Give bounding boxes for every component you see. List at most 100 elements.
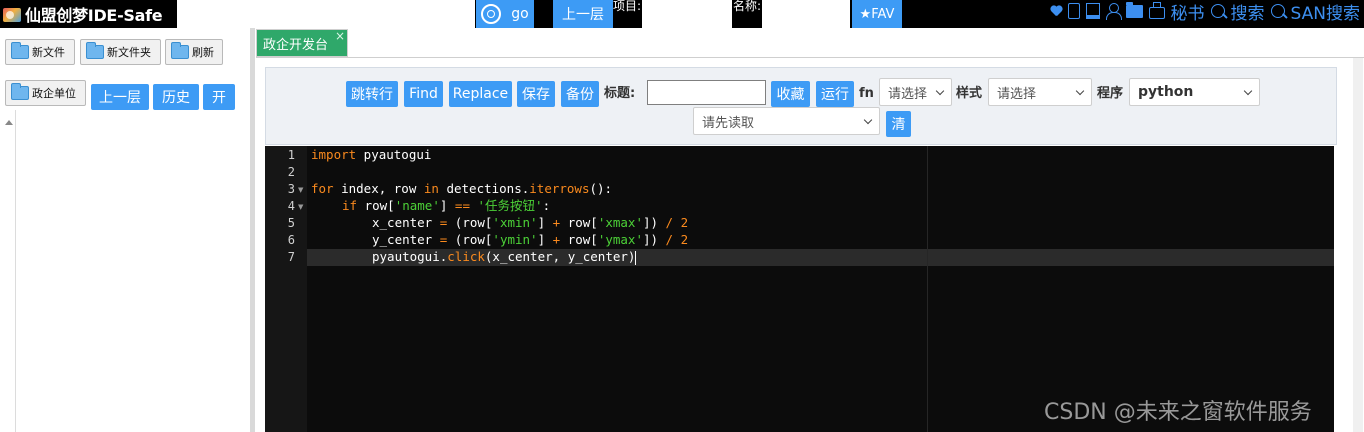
close-icon[interactable]: ×	[335, 30, 345, 42]
code-token: row[	[357, 198, 395, 213]
code-line-6[interactable]: y_center = (row['ymin'] + row['ymax']) /…	[372, 231, 688, 248]
fn-label: fn	[859, 86, 874, 101]
replace-button[interactable]: Replace	[449, 81, 512, 107]
fn-select[interactable]: 请选择	[879, 78, 952, 106]
fav-button[interactable]: ★FAV	[852, 0, 902, 28]
line-number: 4	[287, 199, 295, 213]
san-search-link[interactable]: SAN搜索	[1291, 0, 1360, 24]
user-icon[interactable]	[1105, 3, 1122, 20]
code-token: :	[542, 198, 551, 213]
app-logo[interactable]: 仙盟创梦IDE-Safe	[0, 0, 163, 28]
code-token: 'xmax'	[597, 215, 643, 230]
tab-dev-console[interactable]: 政企开发台 ×	[256, 29, 348, 57]
code-line-4[interactable]: if row['name'] == '任务按钮':	[342, 197, 550, 214]
sidebar-up-button[interactable]: 上一层	[91, 84, 149, 110]
unit-button[interactable]: 政企单位	[5, 80, 86, 106]
code-editor[interactable]: 1 2 3 ▼ 4 ▼ 5 6 7 import pyautogui for i…	[265, 146, 1334, 432]
code-line-7[interactable]: pyautogui.click(x_center, y_center)	[372, 248, 637, 265]
style-select[interactable]: 请选择	[988, 78, 1092, 106]
history-button[interactable]: 历史	[153, 84, 199, 110]
code-token: pyautogui	[356, 147, 432, 162]
line-number: 2	[287, 165, 295, 179]
code-line-3[interactable]: for index, row in detections.iterrows():	[311, 180, 612, 197]
sidebar-splitter[interactable]	[250, 28, 255, 432]
program-select[interactable]: python	[1129, 78, 1260, 106]
page-scrollbar[interactable]	[1353, 58, 1363, 432]
save-button[interactable]: 保存	[517, 81, 555, 107]
caret-up-icon[interactable]	[5, 120, 13, 125]
sidebar: 新文件 新文件夹 刷新 政企单位 上一层 历史 开	[0, 28, 250, 432]
top-bar: 仙盟创梦IDE-Safe go 上一层 项目: 名称: ★FAV 秘书 搜索 S…	[0, 0, 1364, 28]
heart-icon[interactable]	[1050, 6, 1062, 17]
open-button[interactable]: 开	[203, 84, 235, 110]
code-token: (row[	[447, 232, 493, 247]
book-icon[interactable]	[1085, 3, 1100, 19]
line-number: 7	[287, 250, 295, 264]
code-token: row[	[560, 215, 598, 230]
fold-toggle-icon[interactable]: ▼	[298, 203, 303, 211]
code-token: ]	[537, 215, 553, 230]
code-token: ():	[589, 181, 613, 196]
name-input[interactable]	[762, 0, 850, 28]
code-token: detections.	[438, 181, 530, 196]
editor-toolbar: 跳转行 Find Replace 保存 备份 标题: 收藏 运行 fn 请选择 …	[265, 67, 1337, 145]
program-label: 程序	[1097, 86, 1124, 101]
collect-button[interactable]: 收藏	[771, 81, 810, 107]
code-token: 2	[680, 215, 689, 230]
folder-icon[interactable]	[1125, 1, 1143, 18]
run-button[interactable]: 运行	[816, 81, 854, 107]
project-input[interactable]	[642, 0, 732, 28]
read-select[interactable]: 请先读取	[693, 107, 880, 135]
code-token: ]	[439, 198, 455, 213]
folder-icon	[11, 42, 29, 59]
chevron-down-icon	[1243, 86, 1253, 96]
code-token: x_center	[372, 215, 440, 230]
secretary-link[interactable]: 秘书	[1171, 0, 1205, 24]
search-icon	[1270, 4, 1285, 18]
watermark: CSDN @未来之窗软件服务	[1044, 400, 1312, 425]
global-search-input[interactable]	[177, 0, 475, 28]
style-select-value: 请选择	[997, 86, 1037, 102]
go-button[interactable]: go	[476, 0, 534, 28]
briefcase-icon[interactable]	[1148, 2, 1165, 19]
code-token: '任务按钮'	[477, 198, 543, 213]
line-gutter: 1 2 3 ▼ 4 ▼ 5 6 7	[265, 146, 307, 432]
code-token: ]	[537, 232, 553, 247]
unit-label: 政企单位	[32, 87, 76, 100]
search-link[interactable]: 搜索	[1231, 0, 1265, 24]
code-token: row[	[560, 232, 598, 247]
chevron-down-icon	[863, 115, 873, 125]
refresh-label: 刷新	[192, 46, 214, 59]
line-number: 1	[287, 148, 295, 162]
fold-toggle-icon[interactable]: ▼	[298, 186, 303, 194]
line-number: 3	[287, 182, 295, 196]
up-level-button[interactable]: 上一层	[553, 0, 613, 28]
tablet-icon[interactable]	[1067, 3, 1080, 19]
project-label: 项目:	[613, 0, 642, 13]
code-token: 'xmin'	[492, 215, 538, 230]
new-file-button[interactable]: 新文件	[5, 39, 75, 65]
line-number: 5	[287, 216, 295, 230]
print-margin	[927, 146, 928, 432]
style-label: 样式	[956, 86, 983, 101]
find-button[interactable]: Find	[404, 81, 443, 107]
backup-button[interactable]: 备份	[561, 81, 599, 107]
code-token: in	[423, 181, 439, 196]
app-logo-icon	[1, 4, 23, 24]
title-input[interactable]	[647, 80, 766, 105]
goto-line-button[interactable]: 跳转行	[346, 81, 398, 107]
code-line-1[interactable]: import pyautogui	[311, 146, 431, 163]
file-tree[interactable]	[0, 110, 16, 432]
code-token: (row[	[447, 215, 493, 230]
search-icon	[481, 4, 502, 24]
text-cursor	[635, 250, 637, 265]
new-folder-button[interactable]: 新文件夹	[80, 39, 161, 65]
go-label: go	[511, 6, 529, 22]
clear-button[interactable]: 清	[886, 111, 911, 137]
refresh-button[interactable]: 刷新	[165, 39, 223, 65]
code-line-5[interactable]: x_center = (row['xmin'] + row['xmax']) /…	[372, 214, 688, 231]
code-token: click	[447, 249, 485, 264]
code-token: 'ymin'	[492, 232, 538, 247]
